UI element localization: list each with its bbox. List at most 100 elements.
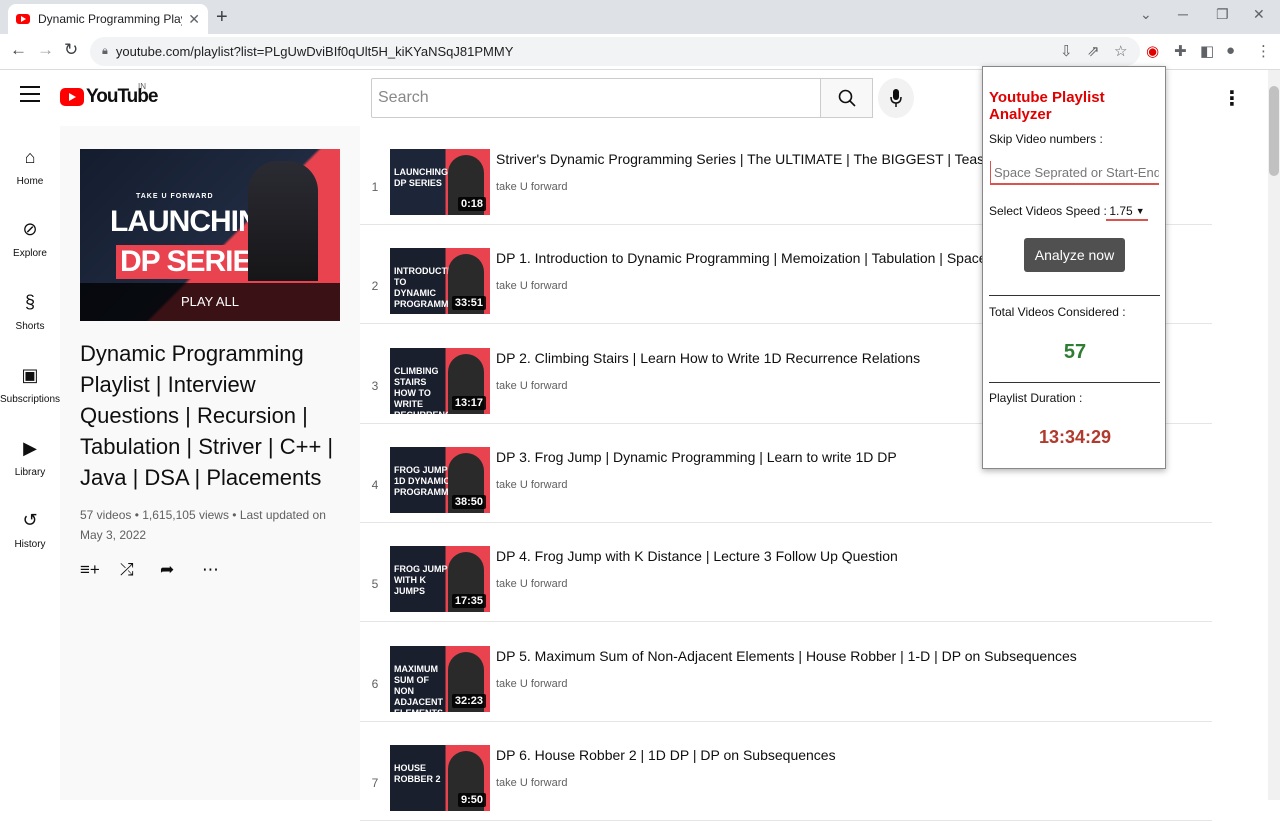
profile-avatar-icon[interactable]: ● [1226, 42, 1235, 59]
guide-menu-icon[interactable] [20, 86, 40, 107]
guide-label: Explore [13, 248, 47, 259]
voice-search-button[interactable] [878, 78, 914, 118]
thumbnail-person-image [248, 161, 318, 281]
forward-icon[interactable]: → [37, 40, 54, 60]
guide-item-history[interactable]: ↺ History [0, 509, 60, 550]
playlist-video-row[interactable]: 6 MAXIMUM SUM OF NON ADJACENT ELEMENTS 32:… [360, 623, 1212, 722]
video-thumbnail[interactable]: LAUNCHING DP SERIES 0:18 [390, 149, 490, 215]
playlist-stats: 57 videos • 1,615,105 views • Last updat… [80, 508, 326, 542]
youtube-play-icon [60, 88, 84, 106]
video-thumbnail[interactable]: HOUSE ROBBER 2 9:50 [390, 744, 490, 811]
analyze-now-button[interactable]: Analyze now [1024, 238, 1125, 272]
chrome-menu-icon[interactable]: ⋮ [1256, 42, 1271, 60]
youtube-logo[interactable]: YouTube IN [60, 82, 158, 108]
share-playlist-icon[interactable]: ➦ [160, 560, 174, 580]
video-duration: 13:17 [451, 395, 486, 410]
url-text: youtube.com/playlist?list=PLgUwDviBIf0qU… [115, 44, 514, 59]
total-videos-label: Total Videos Considered : [989, 305, 1126, 319]
video-title[interactable]: DP 5. Maximum Sum of Non-Adjacent Elemen… [496, 648, 1196, 664]
history-icon: ↺ [22, 510, 38, 530]
video-channel[interactable]: take U forward [496, 280, 568, 292]
guide-item-library[interactable]: ▶ Library [0, 437, 60, 478]
thumbnail-kicker: TAKE U FORWARD [136, 193, 214, 200]
library-icon: ▶ [23, 438, 37, 458]
install-icon[interactable]: ⇩ [1060, 42, 1073, 60]
video-thumbnail[interactable]: MAXIMUM SUM OF NON ADJACENT ELEMENTS 32:2… [390, 645, 490, 712]
share-icon[interactable]: ⇗ [1087, 42, 1100, 60]
video-channel[interactable]: take U forward [496, 479, 568, 491]
subscriptions-icon: ▣ [21, 365, 39, 385]
scrollbar-thumb[interactable] [1269, 86, 1279, 176]
close-window-icon[interactable]: ✕ [1253, 6, 1265, 23]
explore-icon: ⊘ [22, 219, 38, 239]
settings-more-icon[interactable]: ⋮ [1222, 86, 1242, 111]
minimize-icon[interactable]: ─ [1178, 6, 1188, 22]
shorts-icon: § [24, 292, 35, 312]
video-thumbnail[interactable]: INTRODUCTION TO DYNAMIC PROGRAMMING 33:51 [390, 248, 490, 315]
playlist-thumbnail[interactable]: TAKE U FORWARD LAUNCHING DP SERIES PLAY … [80, 149, 340, 321]
extensions-puzzle-icon[interactable]: ✚ [1174, 42, 1187, 60]
video-channel[interactable]: take U forward [496, 380, 568, 392]
search-input[interactable] [371, 78, 821, 118]
browser-tab[interactable]: Dynamic Programming Playlist | ✕ [8, 4, 208, 34]
tab-close-icon[interactable]: ✕ [188, 11, 200, 28]
video-channel[interactable]: take U forward [496, 181, 568, 193]
video-title[interactable]: DP 6. House Robber 2 | 1D DP | DP on Sub… [496, 747, 1196, 763]
video-index: 5 [371, 577, 379, 592]
video-duration: 32:23 [451, 693, 486, 708]
more-actions-icon[interactable]: ⋯ [202, 560, 219, 580]
speed-label: Select Videos Speed : [989, 204, 1107, 218]
bookmark-star-icon[interactable]: ☆ [1114, 42, 1127, 60]
video-thumbnail[interactable]: CLIMBING STAIRS HOW TO WRITE RECURRENCE1… [390, 347, 490, 414]
page-scrollbar[interactable] [1268, 70, 1280, 800]
popup-title: Youtube Playlist Analyzer [989, 89, 1105, 123]
playlist-analyzer-popup: Youtube Playlist Analyzer Skip Video num… [982, 66, 1166, 469]
guide-label: Subscriptions [0, 394, 61, 405]
tab-title: Dynamic Programming Playlist | [38, 12, 182, 26]
play-all-button[interactable]: PLAY ALL [80, 283, 340, 321]
guide-label: Shorts [15, 321, 45, 332]
guide-label: History [14, 539, 46, 550]
playlist-analyzer-extension-icon[interactable]: ◉ [1146, 42, 1159, 60]
thumbnail-text: MAXIMUM SUM OF NON ADJACENT ELEMENTS [394, 663, 444, 712]
video-channel[interactable]: take U forward [496, 578, 568, 590]
video-channel[interactable]: take U forward [496, 678, 568, 690]
thumbnail-text: HOUSE ROBBER 2 [394, 762, 441, 784]
video-title[interactable]: DP 4. Frog Jump with K Distance | Lectur… [496, 548, 1196, 564]
guide-item-explore[interactable]: ⊘ Explore [0, 218, 60, 259]
address-bar[interactable]: 🔒︎ youtube.com/playlist?list=PLgUwDviBIf… [90, 37, 1140, 66]
restore-icon[interactable]: ❐ [1216, 6, 1229, 23]
video-thumbnail[interactable]: FROG JUMP 1D DYNAMIC PROGRAMMING 38:50 [390, 446, 490, 513]
new-tab-button[interactable]: + [216, 6, 228, 29]
playlist-video-row[interactable]: 7 HOUSE ROBBER 2 9:50 DP 6. House Robber 2 … [360, 722, 1212, 821]
guide-item-home[interactable]: ⌂ Home [0, 146, 60, 187]
thumbnail-text: FROG JUMP WITH K JUMPS [394, 564, 448, 597]
speed-select[interactable]: 1.75 ▼ [1106, 203, 1148, 221]
video-channel[interactable]: take U forward [496, 777, 568, 789]
home-icon: ⌂ [24, 147, 36, 167]
speed-value: 1.75 [1109, 204, 1133, 218]
back-icon[interactable]: ← [10, 40, 27, 60]
thumbnail-text: INTRODUCTION TO DYNAMIC PROGRAMMING [394, 266, 465, 310]
logo-text: YouTube [86, 86, 158, 107]
browser-tab-strip: Dynamic Programming Playlist | ✕ + ⌄ ─ ❐… [0, 0, 1280, 34]
skip-videos-input[interactable] [990, 161, 1159, 185]
add-to-queue-icon[interactable]: ≡+ [80, 560, 100, 580]
shuffle-icon[interactable]: ⤮ [120, 560, 134, 580]
search-button[interactable] [820, 78, 873, 118]
skip-label: Skip Video numbers : [989, 132, 1103, 146]
playlist-video-row[interactable]: 5 FROG JUMP WITH K JUMPS 17:35 DP 4. Frog J… [360, 523, 1212, 623]
chevron-down-icon: ▼ [1135, 206, 1145, 216]
video-thumbnail[interactable]: FROG JUMP WITH K JUMPS 17:35 [390, 546, 490, 613]
guide-item-shorts[interactable]: § Shorts [0, 291, 60, 332]
browser-toolbar: ← → ↻ 🔒︎ youtube.com/playlist?list=PLgUw… [0, 34, 1280, 70]
tab-search-icon[interactable]: ⌄ [1140, 6, 1152, 23]
video-index: 3 [371, 378, 379, 393]
video-index: 6 [371, 676, 379, 691]
guide-item-subscriptions[interactable]: ▣ Subscriptions [0, 364, 60, 405]
playlist-title: Dynamic Programming Playlist | Interview… [80, 341, 334, 490]
reload-icon[interactable]: ↻ [64, 40, 78, 60]
video-index: 1 [371, 180, 379, 194]
side-panel-icon[interactable]: ◧ [1200, 42, 1214, 60]
video-duration: 17:35 [451, 594, 486, 609]
